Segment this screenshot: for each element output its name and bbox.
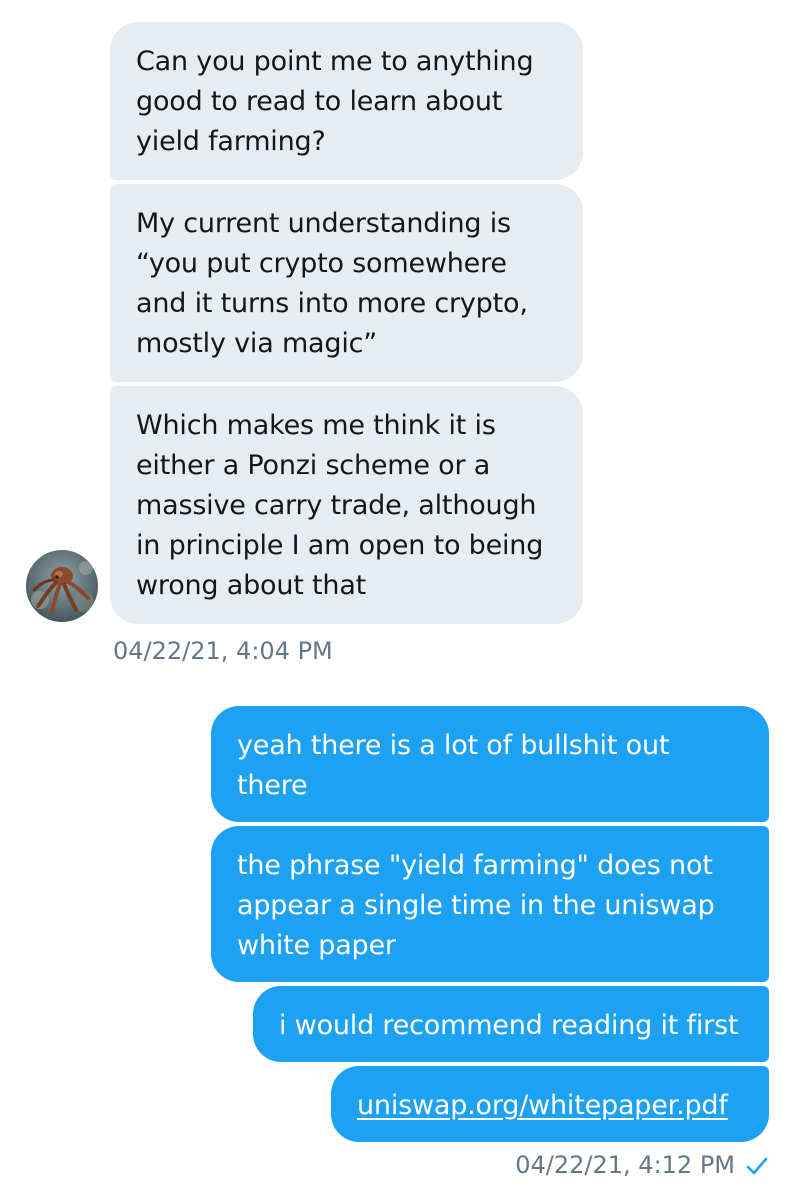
outgoing-message[interactable]: uniswap.org/whitepaper.pdf bbox=[331, 1066, 769, 1142]
message-line: appear a single time in the uniswap bbox=[237, 890, 715, 921]
message-line: My current understanding is bbox=[136, 208, 511, 239]
outgoing-message[interactable]: the phrase "yield farming" does not appe… bbox=[211, 826, 769, 982]
message-line: good to read to learn about bbox=[136, 86, 503, 117]
whitepaper-link[interactable]: uniswap.org/whitepaper.pdf bbox=[357, 1086, 749, 1126]
message-line: the phrase "yield farming" does not bbox=[237, 850, 713, 881]
message-line: wrong about that bbox=[136, 570, 367, 601]
message-line: Which makes me think it is bbox=[136, 410, 496, 441]
outgoing-message[interactable]: i would recommend reading it first bbox=[253, 986, 769, 1062]
octopus-avatar-icon[interactable] bbox=[26, 550, 98, 622]
message-line: white paper bbox=[237, 930, 396, 961]
message-line: yield farming? bbox=[136, 126, 326, 157]
dm-conversation: Can you point me to anything good to rea… bbox=[0, 0, 795, 1200]
outgoing-timestamp: 04/22/21, 4:12 PM bbox=[515, 1151, 735, 1179]
message-line: yeah there is a lot of bullshit out bbox=[237, 730, 670, 761]
check-icon bbox=[746, 1157, 768, 1175]
incoming-timestamp: 04/22/21, 4:04 PM bbox=[113, 637, 333, 665]
incoming-message[interactable]: My current understanding is “you put cry… bbox=[110, 184, 583, 382]
message-line: massive carry trade, although bbox=[136, 490, 537, 521]
octopus-icon bbox=[26, 550, 98, 622]
message-line: mostly via magic” bbox=[136, 328, 378, 359]
message-line: Can you point me to anything bbox=[136, 46, 534, 77]
outgoing-message[interactable]: yeah there is a lot of bullshit out ther… bbox=[211, 706, 769, 822]
message-line: i would recommend reading it first bbox=[279, 1010, 739, 1041]
message-line: “you put crypto somewhere bbox=[136, 248, 507, 279]
incoming-message[interactable]: Which makes me think it is either a Ponz… bbox=[110, 386, 583, 624]
message-line: and it turns into more crypto, bbox=[136, 288, 528, 319]
incoming-message[interactable]: Can you point me to anything good to rea… bbox=[110, 22, 583, 180]
message-line: in principle I am open to being bbox=[136, 530, 544, 561]
message-line: there bbox=[237, 770, 308, 801]
message-line: either a Ponzi scheme or a bbox=[136, 450, 491, 481]
